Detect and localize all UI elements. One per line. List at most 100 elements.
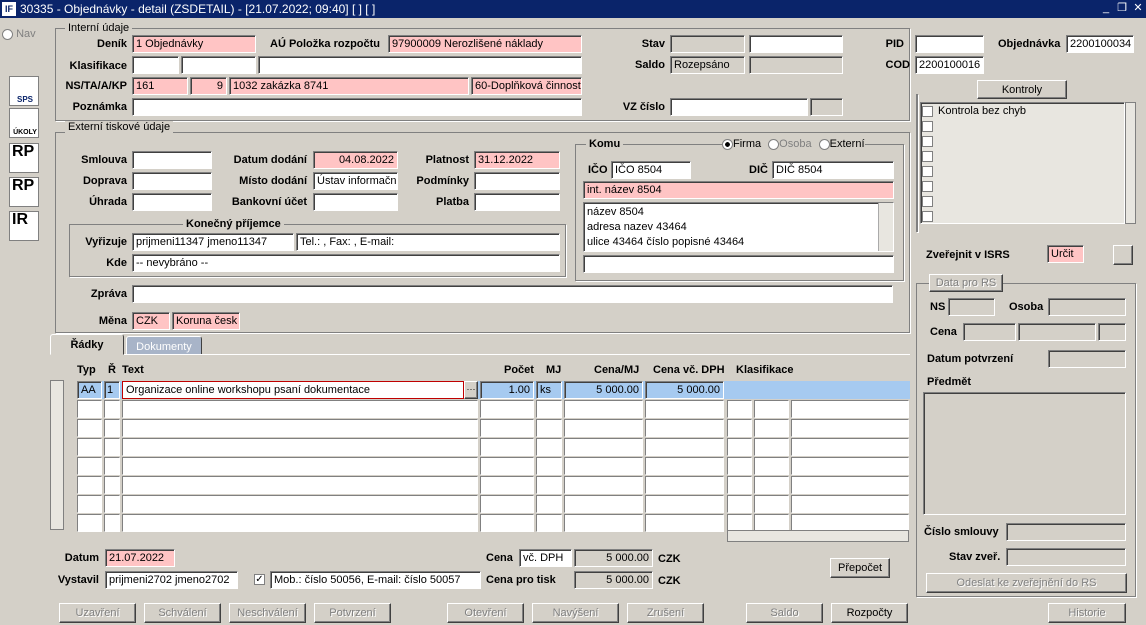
grid-horizontal-scrollbar[interactable]: [727, 530, 909, 542]
grid-empty-cell[interactable]: [791, 419, 909, 437]
ns-field-3[interactable]: 1032 zakázka 8741: [229, 77, 469, 95]
close-icon[interactable]: ✕: [1131, 1, 1145, 16]
tab-dokumenty[interactable]: Dokumenty: [126, 336, 202, 355]
neschvaleni-button[interactable]: Neschválení: [229, 603, 306, 623]
grid-empty-cell[interactable]: [536, 419, 562, 437]
platba-field[interactable]: [474, 193, 560, 211]
isrs-field[interactable]: Určit: [1047, 245, 1084, 263]
grid-empty-cell[interactable]: [122, 495, 478, 513]
row-pocet[interactable]: 1.00: [480, 381, 534, 399]
grid-empty-cell[interactable]: [727, 400, 752, 418]
grid-empty-cell[interactable]: [536, 514, 562, 532]
grid-empty-cell[interactable]: [791, 457, 909, 475]
grid-empty-cell[interactable]: [754, 438, 789, 456]
rs-odeslat-button[interactable]: Odeslat ke zveřejnění do RS: [926, 573, 1127, 593]
kontroly-scrollbar[interactable]: [1125, 102, 1136, 224]
komu-adresa-scrollbar[interactable]: [878, 203, 893, 251]
osoba-radio[interactable]: [768, 138, 780, 150]
row-mj[interactable]: ks: [536, 381, 562, 399]
cod-field[interactable]: 2200100016: [915, 56, 984, 74]
dic-field[interactable]: DIČ 8504: [772, 161, 894, 179]
smlouva-field[interactable]: [132, 151, 212, 169]
kontroly-checkbox-2[interactable]: [922, 121, 933, 132]
grid-empty-cell[interactable]: [480, 400, 534, 418]
grid-empty-cell[interactable]: [727, 495, 752, 513]
grid-empty-cell[interactable]: [480, 514, 534, 532]
grid-empty-cell[interactable]: [104, 476, 120, 494]
stav-field-2[interactable]: [749, 35, 843, 53]
grid-empty-cell[interactable]: [791, 476, 909, 494]
datum-dodani-field[interactable]: 04.08.2022: [313, 151, 398, 169]
grid-empty-cell[interactable]: [480, 495, 534, 513]
grid-empty-cell[interactable]: [564, 457, 643, 475]
restore-icon[interactable]: ❐: [1115, 1, 1129, 16]
misto-field[interactable]: Ústav informační: [313, 172, 398, 190]
poznamka-field[interactable]: [132, 98, 582, 116]
ukoly-icon[interactable]: ÚKOLY: [9, 108, 39, 138]
grid-empty-cell[interactable]: [564, 514, 643, 532]
rs-title-button[interactable]: Data pro RS: [929, 274, 1003, 292]
klasifikace-field-1[interactable]: [132, 56, 179, 74]
sps-icon[interactable]: SPS: [9, 76, 39, 106]
grid-empty-cell[interactable]: [122, 438, 478, 456]
grid-empty-cell[interactable]: [536, 495, 562, 513]
isrs-refresh-button[interactable]: [1113, 245, 1133, 265]
grid-empty-cell[interactable]: [77, 400, 102, 418]
zprava-field[interactable]: [132, 285, 893, 303]
grid-empty-cell[interactable]: [536, 457, 562, 475]
grid-empty-cell[interactable]: [754, 495, 789, 513]
kde-field[interactable]: -- nevybráno --: [132, 254, 560, 272]
kontroly-checkbox-3[interactable]: [922, 136, 933, 147]
grid-empty-cell[interactable]: [645, 476, 724, 494]
grid-empty-cell[interactable]: [727, 438, 752, 456]
firma-radio[interactable]: [722, 138, 733, 150]
nav-toggle[interactable]: Nav: [2, 28, 36, 42]
grid-vertical-scrollbar[interactable]: [50, 380, 64, 530]
grid-empty-cell[interactable]: [104, 514, 120, 532]
komu-nazev-field[interactable]: int. název 8504: [583, 181, 894, 199]
row-text[interactable]: Organizace online workshopu psaní dokume…: [122, 381, 464, 399]
grid-empty-cell[interactable]: [564, 476, 643, 494]
grid-empty-cell[interactable]: [122, 457, 478, 475]
grid-empty-cell[interactable]: [645, 400, 724, 418]
grid-empty-cell[interactable]: [536, 476, 562, 494]
kontroly-checkbox-6[interactable]: [922, 181, 933, 192]
platnost-field[interactable]: 31.12.2022: [474, 151, 560, 169]
grid-empty-cell[interactable]: [104, 495, 120, 513]
grid-empty-cell[interactable]: [754, 419, 789, 437]
grid-empty-cell[interactable]: [122, 514, 478, 532]
cena-typ-field[interactable]: vč. DPH: [519, 549, 572, 567]
grid-empty-cell[interactable]: [564, 438, 643, 456]
grid-empty-cell[interactable]: [77, 457, 102, 475]
ns-field-2[interactable]: 9: [190, 77, 227, 95]
grid-empty-cell[interactable]: [77, 419, 102, 437]
grid-empty-cell[interactable]: [791, 495, 909, 513]
grid-empty-cell[interactable]: [77, 495, 102, 513]
grid-empty-cell[interactable]: [77, 476, 102, 494]
grid-empty-cell[interactable]: [754, 476, 789, 494]
tab-radky[interactable]: Řádky: [50, 334, 124, 355]
grid-empty-cell[interactable]: [645, 514, 724, 532]
ir-cz-icon[interactable]: IR: [9, 211, 39, 241]
uhrada-field[interactable]: [132, 193, 212, 211]
uzavreni-button[interactable]: Uzavření: [59, 603, 136, 623]
vyrizuje-field[interactable]: prijmeni11347 jmeno11347: [132, 233, 294, 251]
zruseni-button[interactable]: Zrušení: [627, 603, 704, 623]
schvaleni-button[interactable]: Schválení: [144, 603, 221, 623]
grid-empty-cell[interactable]: [536, 400, 562, 418]
bank-field[interactable]: [313, 193, 398, 211]
grid-empty-cell[interactable]: [645, 457, 724, 475]
grid-empty-cell[interactable]: [77, 514, 102, 532]
au-field[interactable]: 97900009 Nerozlišené náklady: [388, 35, 582, 53]
ns-field-1[interactable]: 161: [132, 77, 188, 95]
grid-empty-cell[interactable]: [104, 400, 120, 418]
historie-button[interactable]: Historie: [1048, 603, 1126, 623]
komu-extra-field[interactable]: [583, 255, 894, 273]
ico-field[interactable]: IČO 8504: [611, 161, 691, 179]
grid-empty-cell[interactable]: [564, 419, 643, 437]
grid-empty-cell[interactable]: [727, 419, 752, 437]
grid-empty-cell[interactable]: [122, 400, 478, 418]
minimize-icon[interactable]: _: [1099, 1, 1113, 16]
klasifikace-field-2[interactable]: [181, 56, 256, 74]
kontroly-checkbox-4[interactable]: [922, 151, 933, 162]
